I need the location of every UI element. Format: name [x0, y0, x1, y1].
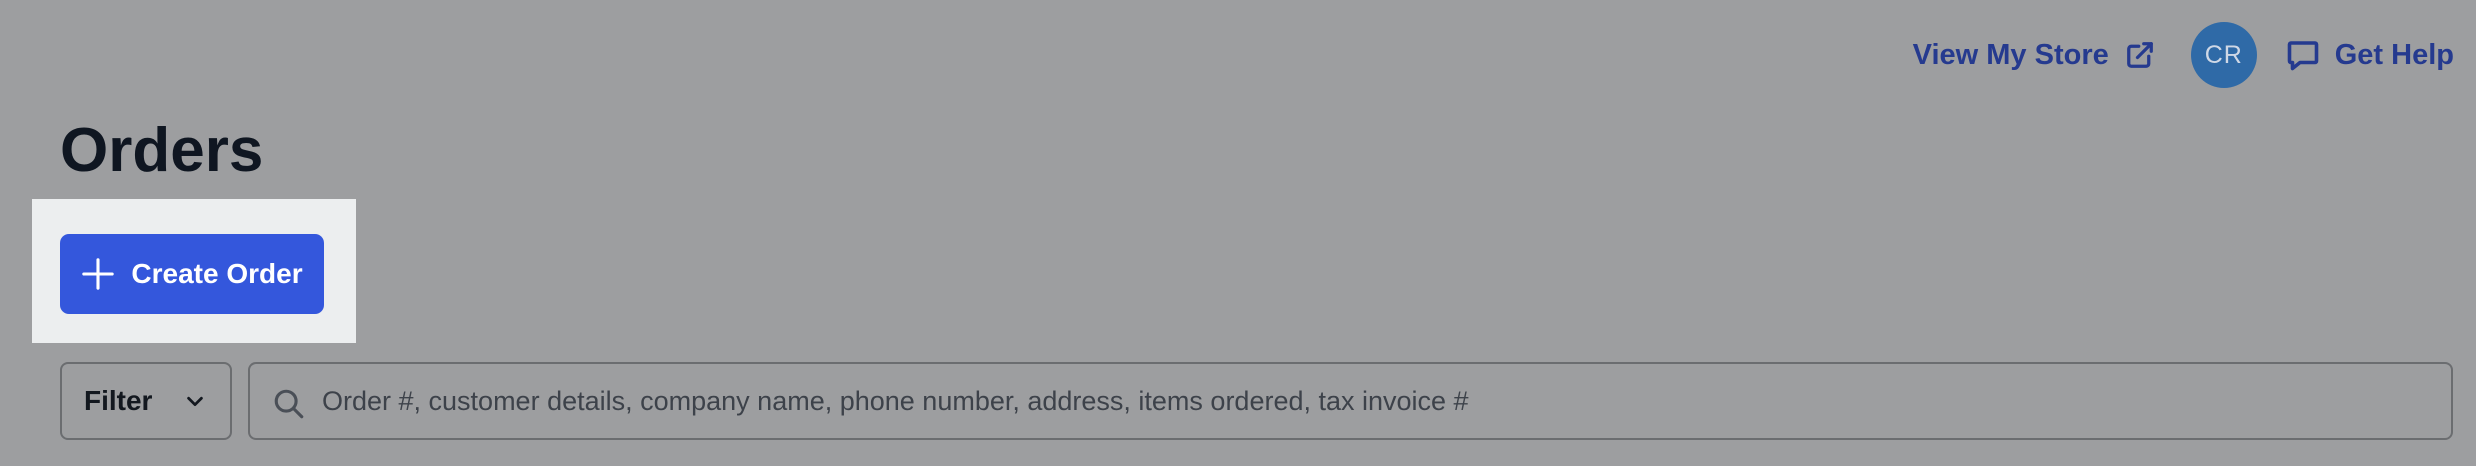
search-box	[248, 362, 2453, 440]
user-avatar[interactable]: CR	[2190, 22, 2257, 88]
create-order-button[interactable]: Create Order	[60, 234, 324, 314]
filter-label: Filter	[84, 385, 153, 416]
external-link-icon	[2125, 40, 2155, 70]
create-order-highlight: Create Order	[32, 199, 356, 343]
avatar-initials: CR	[2204, 40, 2243, 69]
create-order-label: Create Order	[131, 258, 303, 289]
chat-bubble-icon	[2285, 37, 2321, 73]
view-my-store-label: View My Store	[1912, 38, 2109, 71]
get-help-link[interactable]: Get Help	[2285, 37, 2454, 73]
chevron-down-icon	[184, 390, 206, 412]
page-title: Orders	[60, 116, 264, 185]
view-my-store-link[interactable]: View My Store	[1913, 39, 2155, 72]
search-input[interactable]	[320, 370, 2451, 432]
top-bar: View My Store CR Get Help	[1913, 22, 2454, 88]
get-help-label: Get Help	[2334, 38, 2454, 71]
filter-dropdown[interactable]: Filter	[60, 362, 232, 440]
plus-icon	[81, 257, 115, 291]
search-icon	[272, 387, 306, 421]
